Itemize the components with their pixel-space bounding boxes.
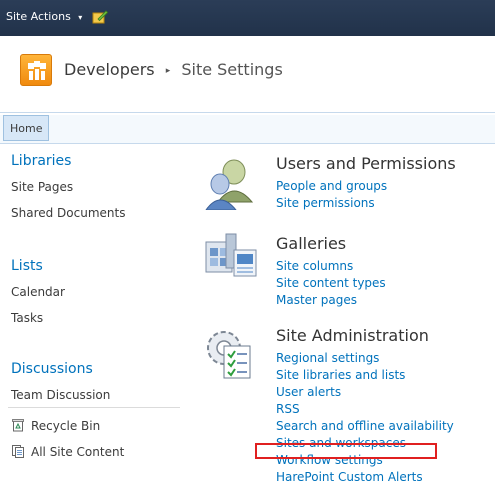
breadcrumb-separator-icon: ▸: [165, 66, 171, 76]
ribbon-bar: Site Actions ▾: [0, 0, 495, 36]
link-rss[interactable]: RSS: [276, 401, 454, 418]
section-title-site-administration: Site Administration: [276, 326, 429, 345]
ql-heading-libraries[interactable]: Libraries: [11, 153, 71, 169]
site-administration-icon: [207, 331, 251, 379]
link-regional-settings[interactable]: Regional settings: [276, 350, 454, 367]
quick-launch: Libraries Site Pages Shared Documents Li…: [0, 145, 190, 495]
link-search-and-offline-availability[interactable]: Search and offline availability: [276, 418, 454, 435]
breadcrumb-site-link[interactable]: Developers: [64, 60, 155, 79]
ql-heading-lists[interactable]: Lists: [11, 258, 43, 274]
all-site-content-icon: [12, 445, 24, 458]
ql-item-tasks[interactable]: Tasks: [11, 311, 43, 325]
all-site-content-label: All Site Content: [31, 445, 125, 459]
site-actions-menu[interactable]: Site Actions ▾: [6, 10, 82, 23]
edit-page-icon[interactable]: [92, 10, 108, 24]
users-icon: [205, 159, 254, 210]
section-title-galleries: Galleries: [276, 234, 347, 253]
galleries-links: Site columns Site content types Master p…: [276, 258, 386, 309]
site-administration-links: Regional settings Site libraries and lis…: [276, 350, 454, 486]
chevron-down-icon: ▾: [78, 13, 83, 22]
link-harepoint-custom-alerts[interactable]: HarePoint Custom Alerts: [276, 469, 454, 486]
link-site-content-types[interactable]: Site content types: [276, 275, 386, 292]
top-navigation: Home: [0, 112, 495, 144]
link-site-permissions[interactable]: Site permissions: [276, 195, 387, 212]
link-sites-and-workspaces[interactable]: Sites and workspaces: [276, 435, 454, 452]
page-title: Site Settings: [181, 60, 283, 79]
users-links: People and groups Site permissions: [276, 178, 387, 212]
link-site-columns[interactable]: Site columns: [276, 258, 386, 275]
link-workflow-settings[interactable]: Workflow settings: [276, 452, 454, 469]
site-actions-label: Site Actions: [6, 10, 71, 23]
ql-item-site-pages[interactable]: Site Pages: [11, 180, 73, 194]
divider: [8, 407, 180, 408]
recycle-bin-icon: [12, 419, 24, 432]
link-site-libraries-and-lists[interactable]: Site libraries and lists: [276, 367, 454, 384]
galleries-icon: [205, 233, 257, 277]
link-user-alerts[interactable]: User alerts: [276, 384, 454, 401]
link-master-pages[interactable]: Master pages: [276, 292, 386, 309]
section-title-users: Users and Permissions: [276, 154, 456, 173]
recycle-bin-link[interactable]: Recycle Bin: [11, 418, 100, 433]
site-logo-icon[interactable]: [20, 54, 52, 86]
ql-heading-discussions[interactable]: Discussions: [11, 361, 93, 377]
breadcrumb: Developers ▸ Site Settings: [64, 60, 283, 79]
tab-home[interactable]: Home: [3, 115, 50, 141]
ql-item-calendar[interactable]: Calendar: [11, 285, 65, 299]
link-people-and-groups[interactable]: People and groups: [276, 178, 387, 195]
ql-item-team-discussion[interactable]: Team Discussion: [11, 388, 110, 402]
ql-item-shared-documents[interactable]: Shared Documents: [11, 206, 125, 220]
title-area: Developers ▸ Site Settings: [0, 36, 495, 112]
all-site-content-link[interactable]: All Site Content: [11, 444, 124, 459]
recycle-bin-label: Recycle Bin: [31, 419, 101, 433]
